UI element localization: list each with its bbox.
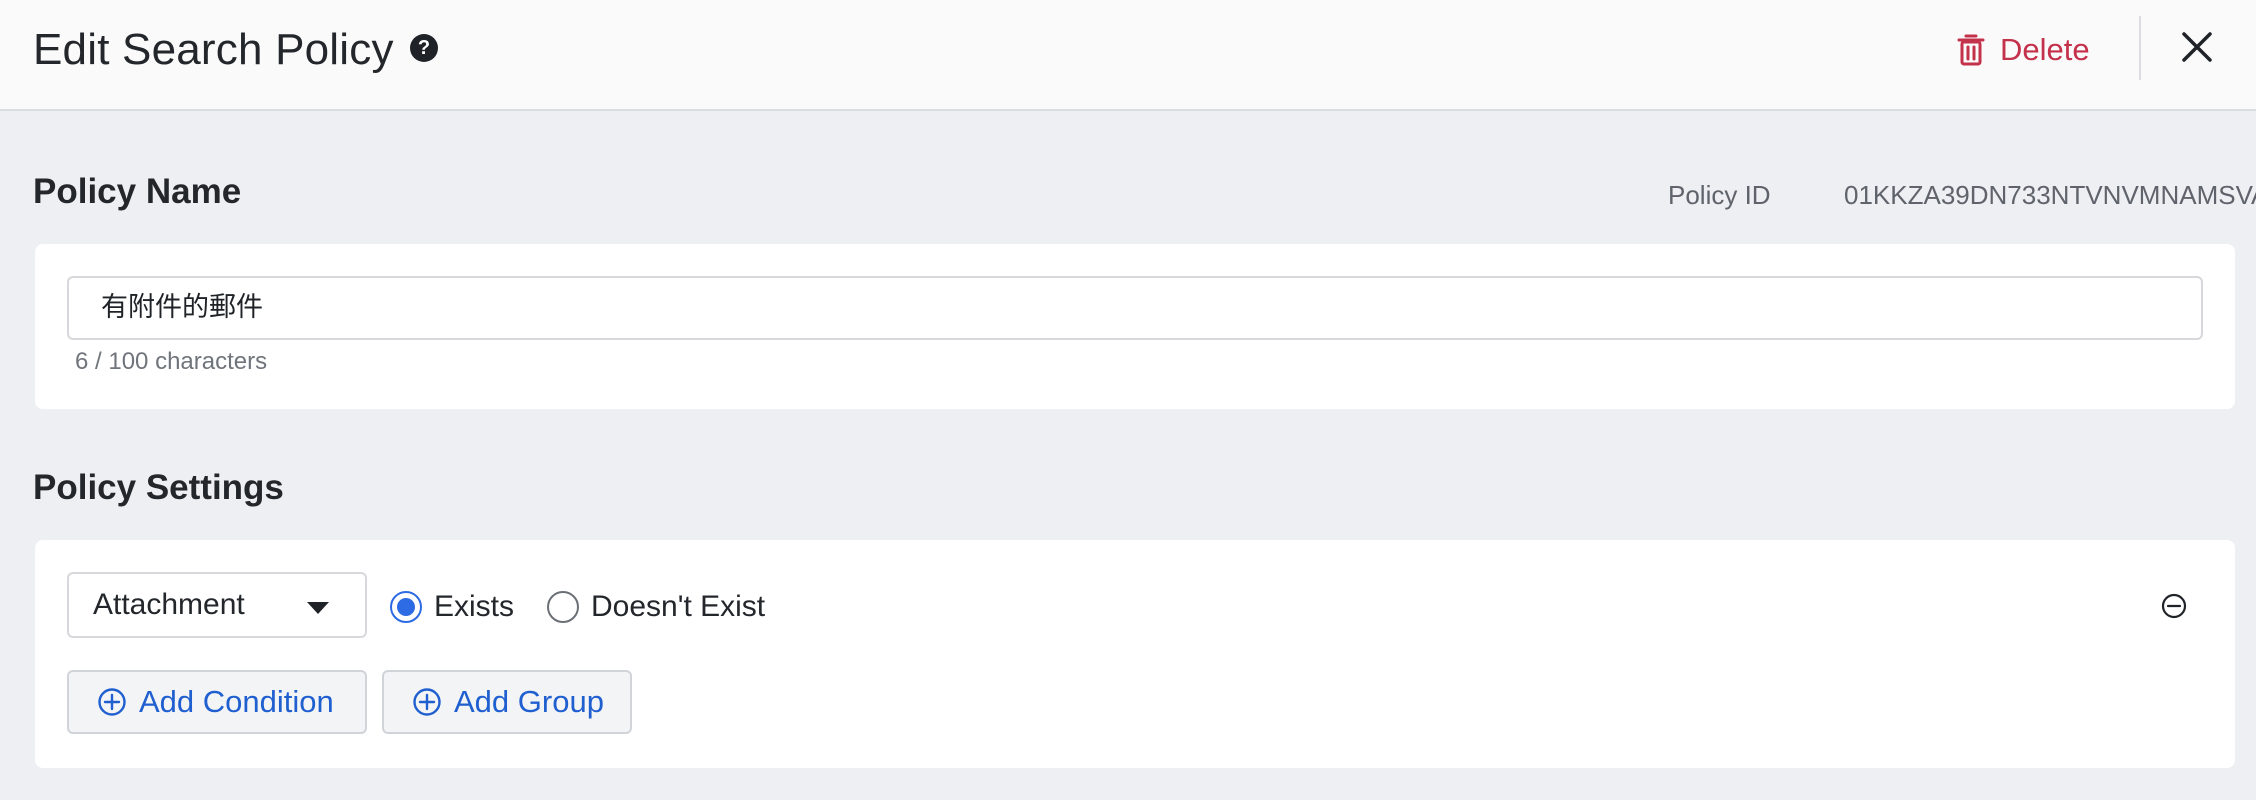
- page-title: Edit Search Policy: [33, 25, 394, 74]
- question-circle-icon[interactable]: ?: [410, 34, 438, 62]
- character-count: 6 / 100 characters: [75, 348, 268, 375]
- radio-exists-label: Exists: [434, 590, 515, 623]
- plus-circle-icon: [413, 688, 441, 716]
- close-icon[interactable]: [2176, 26, 2218, 68]
- trash-icon: [1957, 34, 1985, 66]
- policy-name-input[interactable]: 有附件的郵件: [67, 276, 2203, 340]
- caret-down-icon: [307, 602, 329, 614]
- policy-settings-card: Attachment Exists Doesn't Exist Add Cond…: [35, 540, 2235, 768]
- radio-unchecked-icon: [547, 591, 579, 623]
- policy-id-label: Policy ID: [1668, 180, 1771, 210]
- condition-field-select[interactable]: Attachment: [67, 572, 367, 638]
- delete-label: Delete: [2000, 32, 2090, 67]
- policy-name-card: 有附件的郵件 6 / 100 characters: [35, 244, 2235, 409]
- radio-checked-icon: [390, 591, 422, 623]
- radio-doesnt-exist-label: Doesn't Exist: [591, 590, 766, 623]
- condition-field-value: Attachment: [93, 588, 245, 621]
- add-condition-label: Add Condition: [139, 684, 334, 719]
- header-bar: Edit Search Policy ? Delete: [0, 0, 2256, 111]
- add-condition-button[interactable]: Add Condition: [67, 670, 367, 734]
- policy-settings-heading: Policy Settings: [33, 468, 284, 507]
- header-divider: [2139, 16, 2141, 80]
- plus-circle-icon: [98, 688, 126, 716]
- policy-name-heading: Policy Name: [33, 172, 242, 211]
- add-group-button[interactable]: Add Group: [382, 670, 632, 734]
- add-group-label: Add Group: [454, 684, 604, 719]
- minus-circle-icon[interactable]: [2160, 592, 2188, 620]
- policy-id-value: 01KKZA39DN733NTVNVMNAMSVAP: [1844, 180, 2256, 210]
- delete-button[interactable]: Delete: [1956, 26, 2090, 74]
- radio-doesnt-exist[interactable]: Doesn't Exist: [547, 590, 765, 624]
- radio-exists[interactable]: Exists: [390, 590, 514, 624]
